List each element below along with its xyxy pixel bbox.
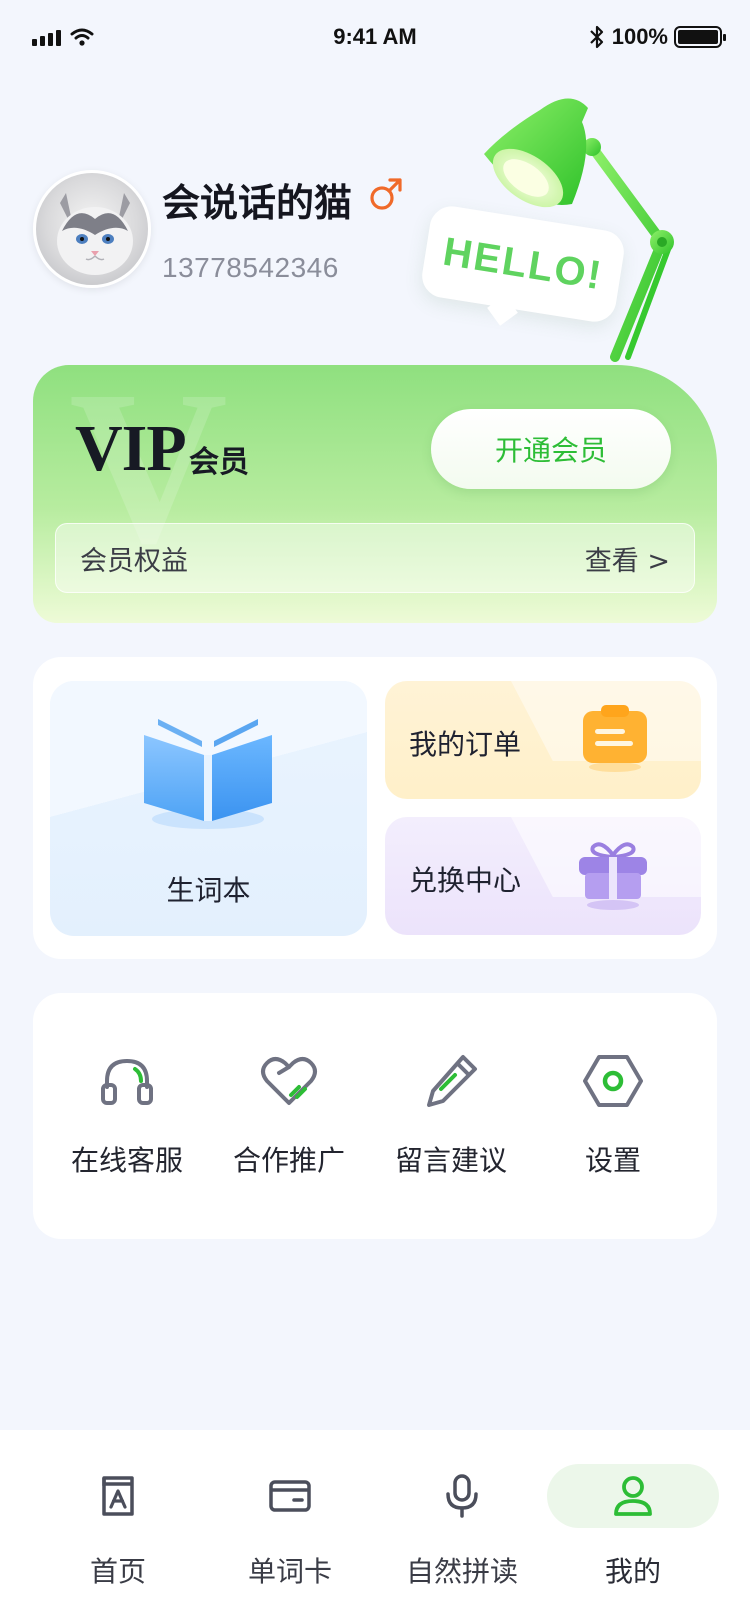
- service-online-support[interactable]: 在线客服: [47, 1051, 207, 1179]
- quick-access-panel: 生词本 我的订单 兑换中心: [33, 657, 717, 959]
- bluetooth-icon: [589, 25, 603, 49]
- username: 会说话的猫: [162, 181, 353, 225]
- tab-label: 我的: [604, 1555, 661, 1588]
- benefits-label: 会员权益: [80, 545, 188, 577]
- tab-phonics[interactable]: 自然拼读: [377, 1468, 547, 1618]
- tab-mine[interactable]: 我的: [548, 1468, 718, 1618]
- service-label: 在线客服: [70, 1144, 183, 1177]
- user-icon: [614, 1476, 652, 1516]
- vip-subtitle: 会员: [189, 445, 249, 480]
- membership-benefits-row[interactable]: 会员权益 查看 >: [55, 523, 695, 593]
- battery-icon: [674, 26, 726, 48]
- gift-icon: [579, 842, 647, 910]
- view-benefits-link[interactable]: 查看 >: [585, 539, 670, 578]
- pencil-icon: [427, 1055, 477, 1107]
- service-settings[interactable]: 设置: [533, 1051, 693, 1179]
- clipboard-icon: [583, 705, 647, 772]
- tab-label: 首页: [89, 1555, 146, 1588]
- vip-title: VIP: [75, 412, 187, 485]
- settings-hexagon-icon: [583, 1055, 643, 1107]
- cat-avatar-image: [57, 193, 133, 275]
- vip-card: V VIP 会员 开通会员 会员权益 查看 >: [33, 365, 717, 623]
- headset-icon: [101, 1058, 153, 1105]
- status-bar: 9:41 AM 100%: [0, 0, 750, 84]
- battery-percent: 100%: [611, 24, 668, 49]
- open-book-icon: [144, 719, 272, 829]
- open-membership-button[interactable]: 开通会员: [431, 409, 671, 489]
- my-orders-card[interactable]: 我的订单: [385, 681, 701, 799]
- service-feedback[interactable]: 留言建议: [371, 1051, 531, 1179]
- home-book-icon: [102, 1476, 134, 1516]
- service-label: 合作推广: [232, 1144, 345, 1177]
- exchange-center-card[interactable]: 兑换中心: [385, 817, 701, 935]
- phone-number: 13778542346: [162, 252, 339, 283]
- service-label: 留言建议: [394, 1144, 507, 1177]
- handshake-heart-icon: [261, 1057, 317, 1105]
- services-panel: 在线客服 合作推广 留言建议 设置: [33, 993, 717, 1239]
- service-label: 设置: [584, 1144, 641, 1177]
- male-gender-icon: [370, 178, 402, 210]
- card-icon: [269, 1480, 311, 1512]
- tab-label: 单词卡: [247, 1555, 332, 1588]
- service-partnership[interactable]: 合作推广: [209, 1051, 369, 1179]
- tab-label: 自然拼读: [405, 1555, 518, 1588]
- exchange-center-label: 兑换中心: [409, 864, 522, 897]
- tab-word-cards[interactable]: 单词卡: [205, 1468, 375, 1618]
- hello-text: HELLO!: [440, 229, 606, 298]
- avatar[interactable]: [33, 170, 151, 288]
- wordbook-card[interactable]: 生词本: [50, 681, 367, 936]
- microphone-icon: [446, 1474, 478, 1518]
- wordbook-label: 生词本: [166, 874, 251, 907]
- bottom-tab-bar: 首页 单词卡 自然拼读 我的: [0, 1430, 750, 1624]
- my-orders-label: 我的订单: [409, 728, 522, 761]
- tab-home[interactable]: 首页: [33, 1468, 203, 1618]
